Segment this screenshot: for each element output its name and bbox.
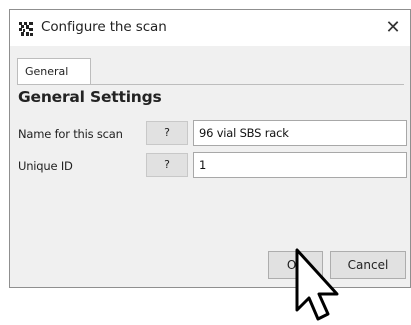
scan-name-label: Name for this scan <box>18 127 123 141</box>
title-bar: Configure the scan ✕ <box>10 10 410 46</box>
window-title: Configure the scan <box>41 19 167 35</box>
cancel-button[interactable]: Cancel <box>330 251 406 279</box>
section-title: General Settings <box>18 88 162 106</box>
scan-name-help-button[interactable]: ? <box>146 121 188 145</box>
mouse-pointer-icon <box>295 248 339 321</box>
scan-name-input[interactable]: 96 vial SBS rack <box>193 120 407 146</box>
unique-id-input[interactable]: 1 <box>193 152 407 178</box>
app-grid-icon <box>19 22 33 36</box>
close-button[interactable]: ✕ <box>380 15 406 41</box>
tab-general[interactable]: General <box>17 58 91 85</box>
close-icon: ✕ <box>385 17 401 38</box>
unique-id-label: Unique ID <box>18 159 73 173</box>
unique-id-help-button[interactable]: ? <box>146 153 188 177</box>
tab-divider <box>17 84 404 85</box>
configure-scan-dialog: Configure the scan ✕ General General Set… <box>9 9 411 288</box>
